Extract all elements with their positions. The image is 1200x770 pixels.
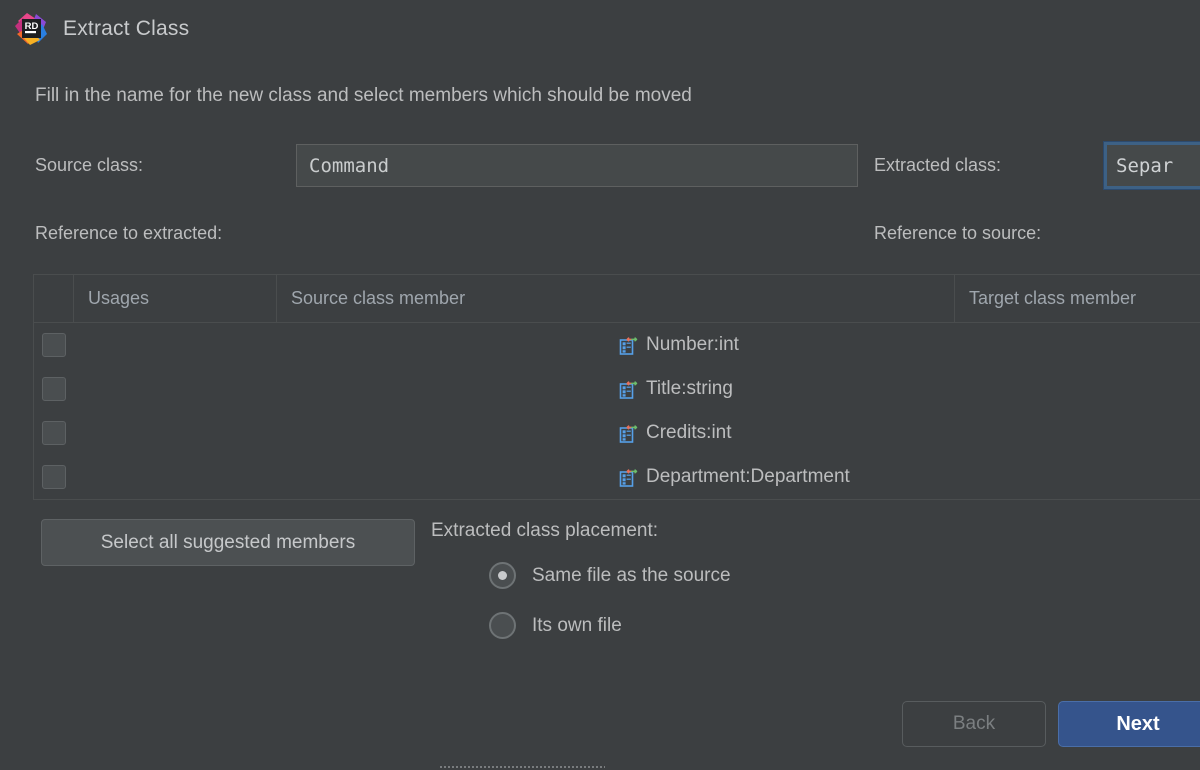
member-checkbox-cell[interactable] (34, 323, 74, 367)
table-row[interactable]: Title:string (34, 367, 1200, 411)
member-target-cell (955, 367, 1200, 411)
column-header-target-class-member: Target class member (969, 288, 1137, 308)
member-target-cell (955, 455, 1200, 499)
placement-option-same-file[interactable]: Same file as the source (489, 562, 731, 589)
checkbox-icon[interactable] (42, 421, 66, 445)
member-target-cell (955, 411, 1200, 455)
source-class-value: Command (309, 154, 390, 177)
member-checkbox-cell[interactable] (34, 367, 74, 411)
property-icon (619, 380, 639, 400)
select-all-suggested-members-button[interactable]: Select all suggested members (41, 519, 415, 566)
checkbox-icon[interactable] (42, 333, 66, 357)
property-icon (619, 424, 639, 444)
placement-option-same-file-label: Same file as the source (532, 564, 731, 586)
instruction-text: Fill in the name for the new class and s… (35, 85, 692, 106)
member-source-label: Number:int (646, 334, 739, 355)
table-row[interactable]: Department:Department (34, 455, 1200, 499)
table-row[interactable]: Credits:int (34, 411, 1200, 455)
table-row[interactable]: Number:int (34, 323, 1200, 367)
extract-class-dialog: RD Extract Class Fill in the name for th… (0, 0, 1200, 770)
member-usages-cell (74, 323, 277, 367)
member-source-cell: Number:int (277, 323, 955, 367)
members-table-header: Usages Source class member Target class … (34, 275, 1200, 323)
next-button[interactable]: Next (1058, 701, 1200, 747)
property-icon (619, 336, 639, 356)
rider-logo-icon: RD (14, 12, 48, 46)
reference-to-extracted-label: Reference to extracted: (35, 223, 223, 243)
bottom-focus-indicator (440, 766, 605, 768)
dialog-title: Extract Class (63, 17, 190, 40)
checkbox-icon[interactable] (42, 377, 66, 401)
member-target-cell (955, 323, 1200, 367)
source-class-label: Source class: (35, 155, 144, 175)
property-icon (619, 468, 639, 488)
svg-text:RD: RD (25, 21, 39, 32)
extracted-class-placement-label: Extracted class placement: (431, 520, 659, 541)
placement-option-own-file[interactable]: Its own file (489, 612, 622, 639)
member-usages-cell (74, 455, 277, 499)
checkbox-icon[interactable] (42, 465, 66, 489)
placement-option-own-file-label: Its own file (532, 614, 622, 636)
extracted-class-input[interactable]: Separ (1103, 141, 1200, 190)
members-table-body: Number:int Title:string Credits:int Depa… (34, 323, 1200, 499)
extracted-class-value: Separ (1116, 154, 1174, 177)
extracted-class-label: Extracted class: (874, 155, 1002, 175)
member-checkbox-cell[interactable] (34, 411, 74, 455)
column-header-usages: Usages (74, 275, 277, 322)
member-usages-cell (74, 367, 277, 411)
member-source-cell: Title:string (277, 367, 955, 411)
member-source-cell: Department:Department (277, 455, 955, 499)
column-header-source-class-member: Source class member (277, 275, 955, 322)
member-usages-cell (74, 411, 277, 455)
dialog-titlebar: RD Extract Class (0, 0, 1200, 58)
member-source-label: Credits:int (646, 422, 732, 443)
members-table: Usages Source class member Target class … (33, 274, 1200, 500)
radio-own-file-icon[interactable] (489, 612, 516, 639)
member-source-label: Title:string (646, 378, 733, 399)
member-source-label: Department:Department (646, 466, 850, 487)
reference-to-source-label: Reference to source: (874, 223, 1042, 243)
member-source-cell: Credits:int (277, 411, 955, 455)
source-class-input[interactable]: Command (296, 144, 858, 187)
back-button[interactable]: Back (902, 701, 1046, 747)
radio-same-file-icon[interactable] (489, 562, 516, 589)
member-checkbox-cell[interactable] (34, 455, 74, 499)
column-header-checkbox (34, 275, 74, 322)
